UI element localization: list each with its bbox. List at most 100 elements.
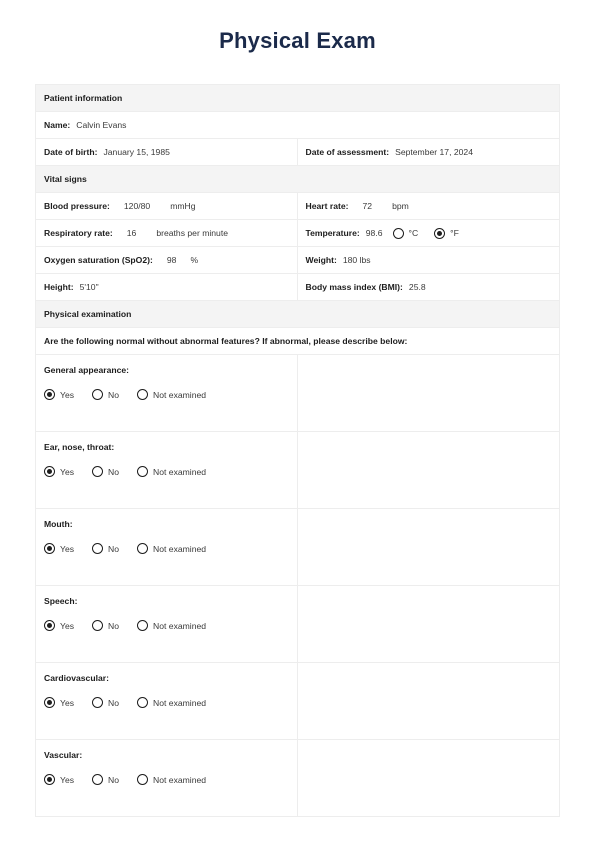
table-row-bp-hr: Blood pressure: 120/80 mmHg Heart rate: … <box>36 193 559 220</box>
exam-item-radio-group: Yes No Not examined <box>44 543 289 554</box>
oxygen-saturation-label: Oxygen saturation (SpO2): <box>44 255 153 265</box>
temperature-cell: Temperature: 98.6 °C °F <box>298 220 560 246</box>
date-of-birth-value[interactable]: January 15, 1985 <box>103 139 169 165</box>
radio-icon-no[interactable] <box>92 774 104 785</box>
heart-rate-cell: Heart rate: 72 bpm <box>298 193 560 219</box>
exam-option-no[interactable]: No <box>92 697 119 708</box>
exam-option-label: No <box>108 466 120 477</box>
temperature-value[interactable]: 98.6 <box>366 220 383 246</box>
exam-option-yes[interactable]: Yes <box>44 620 74 631</box>
height-value[interactable]: 5'10" <box>80 274 99 300</box>
exam-option-yes[interactable]: Yes <box>44 697 74 708</box>
radio-icon-not-examined[interactable] <box>137 389 149 400</box>
exam-option-no[interactable]: No <box>92 774 119 785</box>
exam-option-label: No <box>108 389 120 400</box>
section-header-row-physical-examination: Physical examination <box>36 301 559 328</box>
exam-option-no[interactable]: No <box>92 543 119 554</box>
radio-icon-yes[interactable] <box>44 543 55 554</box>
exam-question-text: Are the following normal without abnorma… <box>36 328 559 354</box>
radio-icon-not-examined[interactable] <box>137 466 149 477</box>
weight-cell: Weight: 180 lbs <box>298 247 560 273</box>
radio-icon-not-examined[interactable] <box>137 543 149 554</box>
exam-option-no[interactable]: No <box>92 389 119 400</box>
name-cell: Name: Calvin Evans <box>36 112 559 138</box>
exam-option-not-examined[interactable]: Not examined <box>137 466 206 477</box>
exam-item-label: General appearance: <box>44 365 130 375</box>
exam-notes-field[interactable] <box>297 586 559 662</box>
radio-icon-celsius[interactable] <box>392 227 404 239</box>
height-cell: Height: 5'10" <box>36 274 298 300</box>
exam-row: Speech: Yes No Not examined <box>36 586 559 663</box>
bmi-value[interactable]: 25.8 <box>409 274 426 300</box>
exam-notes-field[interactable] <box>297 355 559 431</box>
radio-icon-no[interactable] <box>92 389 104 400</box>
exam-row: General appearance: Yes No Not examined <box>36 355 559 432</box>
exam-option-yes[interactable]: Yes <box>44 466 74 477</box>
temperature-unit-option-celsius[interactable]: °C <box>392 220 419 246</box>
radio-icon-no[interactable] <box>92 543 104 554</box>
exam-question-row: Are the following normal without abnorma… <box>36 328 559 355</box>
exam-option-not-examined[interactable]: Not examined <box>137 697 206 708</box>
exam-option-not-examined[interactable]: Not examined <box>137 543 206 554</box>
exam-row: Vascular: Yes No Not examined <box>36 740 559 817</box>
radio-icon-not-examined[interactable] <box>137 697 149 708</box>
exam-option-yes[interactable]: Yes <box>44 774 74 785</box>
heart-rate-label: Heart rate: <box>305 201 349 211</box>
radio-icon-no[interactable] <box>92 466 104 477</box>
radio-icon-not-examined[interactable] <box>137 620 149 631</box>
table-row-rr-temp: Respiratory rate: 16 breaths per minute … <box>36 220 559 247</box>
name-value[interactable]: Calvin Evans <box>76 112 126 138</box>
temperature-unit-option-fahrenheit[interactable]: °F <box>434 220 459 246</box>
exam-option-label: Not examined <box>153 620 207 631</box>
exam-option-yes[interactable]: Yes <box>44 543 74 554</box>
exam-option-yes[interactable]: Yes <box>44 389 74 400</box>
exam-row: Cardiovascular: Yes No Not examined <box>36 663 559 740</box>
date-of-birth-cell: Date of birth: January 15, 1985 <box>36 139 298 165</box>
exam-item-cell: Speech: Yes No Not examined <box>36 586 298 662</box>
exam-item-label: Ear, nose, throat: <box>44 442 115 452</box>
exam-option-label: Yes <box>60 466 75 477</box>
date-of-assessment-value[interactable]: September 17, 2024 <box>395 139 473 165</box>
exam-item-cell: General appearance: Yes No Not examined <box>36 355 298 431</box>
temperature-unit-celsius-label: °C <box>408 228 419 238</box>
physical-exam-form: Patient information Name: Calvin Evans D… <box>35 84 560 817</box>
radio-icon-yes[interactable] <box>44 389 55 400</box>
page-title: Physical Exam <box>219 28 376 53</box>
radio-icon-yes[interactable] <box>44 466 55 477</box>
exam-option-label: Yes <box>60 774 75 785</box>
exam-notes-field[interactable] <box>297 432 559 508</box>
radio-icon-fahrenheit[interactable] <box>434 227 446 239</box>
radio-icon-yes[interactable] <box>44 697 55 708</box>
exam-rows-container: General appearance: Yes No Not examined Ear,… <box>36 355 559 817</box>
exam-option-label: Not examined <box>153 697 207 708</box>
exam-option-not-examined[interactable]: Not examined <box>137 620 206 631</box>
table-row-name: Name: Calvin Evans <box>36 112 559 139</box>
exam-option-label: Not examined <box>153 389 207 400</box>
radio-icon-not-examined[interactable] <box>137 774 149 785</box>
exam-notes-field[interactable] <box>297 740 559 816</box>
exam-item-label: Cardiovascular: <box>44 673 109 683</box>
table-row-dates: Date of birth: January 15, 1985 Date of … <box>36 139 559 166</box>
exam-option-no[interactable]: No <box>92 466 119 477</box>
exam-option-not-examined[interactable]: Not examined <box>137 774 206 785</box>
exam-option-no[interactable]: No <box>92 620 119 631</box>
weight-label: Weight: <box>305 255 337 265</box>
blood-pressure-value[interactable]: 120/80 <box>124 193 150 219</box>
radio-icon-no[interactable] <box>92 697 104 708</box>
exam-notes-field[interactable] <box>297 663 559 739</box>
exam-option-label: Yes <box>60 389 75 400</box>
radio-icon-yes[interactable] <box>44 620 55 631</box>
respiratory-rate-value[interactable]: 16 <box>127 220 137 246</box>
heart-rate-value[interactable]: 72 <box>363 193 373 219</box>
exam-option-label: Not examined <box>153 774 207 785</box>
weight-value[interactable]: 180 lbs <box>343 247 371 273</box>
exam-notes-field[interactable] <box>297 509 559 585</box>
oxygen-saturation-value[interactable]: 98 <box>167 247 177 273</box>
temperature-unit-fahrenheit-label: °F <box>450 228 459 238</box>
exam-option-not-examined[interactable]: Not examined <box>137 389 206 400</box>
exam-row: Mouth: Yes No Not examined <box>36 509 559 586</box>
radio-icon-no[interactable] <box>92 620 104 631</box>
section-header-physical-examination: Physical examination <box>36 301 559 327</box>
date-of-assessment-label: Date of assessment: <box>305 147 390 157</box>
radio-icon-yes[interactable] <box>44 774 55 785</box>
